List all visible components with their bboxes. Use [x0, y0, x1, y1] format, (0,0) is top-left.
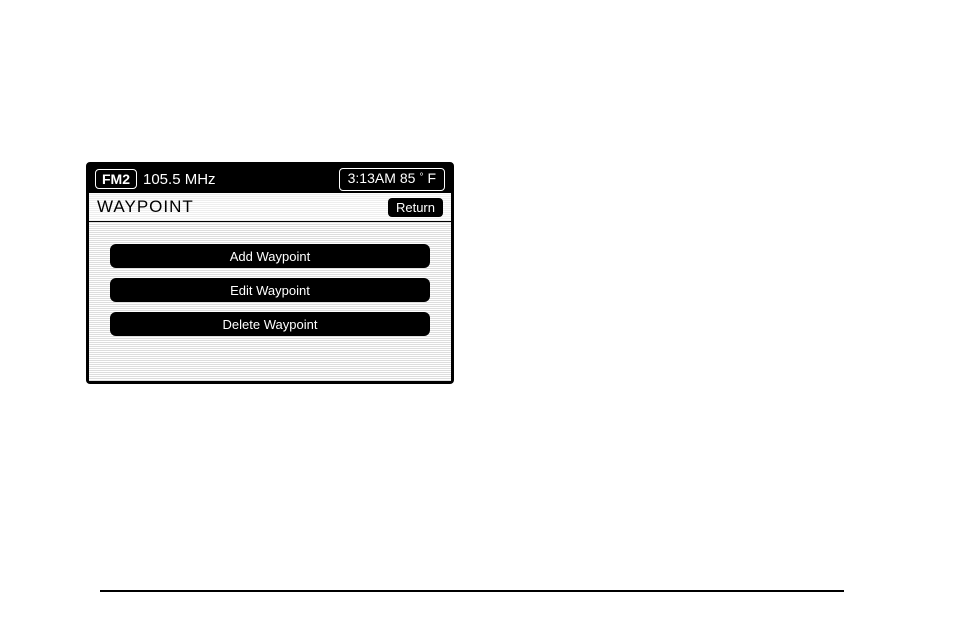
return-button[interactable]: Return: [388, 198, 443, 217]
return-button-label: Return: [396, 200, 435, 215]
menu-item-label: Edit Waypoint: [230, 283, 310, 298]
page-title: WAYPOINT: [97, 197, 194, 217]
menu-item-label: Delete Waypoint: [223, 317, 318, 332]
menu-item-label: Add Waypoint: [230, 249, 310, 264]
add-waypoint-button[interactable]: Add Waypoint: [110, 244, 430, 268]
temperature-unit: F: [427, 169, 436, 187]
time-temp-chip[interactable]: 3:13AM 85°F: [339, 168, 445, 191]
divider-line: [100, 590, 844, 592]
delete-waypoint-button[interactable]: Delete Waypoint: [110, 312, 430, 336]
nav-device-screen: FM2 105.5 MHz 3:13AM 85°F WAYPOINT Retur…: [86, 162, 454, 384]
edit-waypoint-button[interactable]: Edit Waypoint: [110, 278, 430, 302]
status-bar: FM2 105.5 MHz 3:13AM 85°F: [89, 165, 451, 193]
radio-band-label: FM2: [102, 171, 130, 187]
clock-time: 3:13AM: [348, 169, 396, 187]
radio-frequency: 105.5 MHz: [143, 171, 216, 188]
radio-band-chip[interactable]: FM2: [95, 169, 137, 189]
menu-area: Add Waypoint Edit Waypoint Delete Waypoi…: [89, 222, 451, 381]
degree-icon: °: [419, 169, 423, 187]
page-header: WAYPOINT Return: [89, 193, 451, 222]
temperature-value: 85: [400, 169, 416, 187]
